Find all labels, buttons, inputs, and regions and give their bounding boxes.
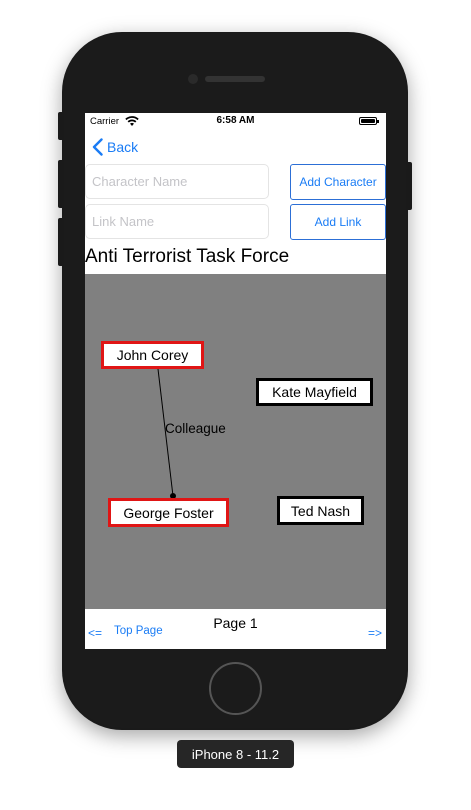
home-button[interactable] [209,662,262,715]
character-node-george-foster[interactable]: George Foster [108,498,229,527]
character-name-label: Kate Mayfield [272,384,357,400]
add-link-label: Add Link [314,215,362,229]
page-indicator: Page 1 [213,615,258,631]
status-bar: Carrier 6:58 AM [85,113,386,131]
character-name-input[interactable] [85,164,269,199]
app-screen: Carrier 6:58 AM Back Add Character Add L… [85,113,386,649]
board-title: Anti Terrorist Task Force [85,246,290,267]
character-name-label: Ted Nash [290,502,351,519]
earpiece-speaker [205,76,265,82]
relationship-canvas[interactable]: John Corey Kate Mayfield Colleague Georg… [85,274,386,609]
add-character-label: Add Character [299,175,377,189]
character-name-label: George Foster [123,504,214,521]
link-label: Colleague [165,421,226,436]
page-footer: <= Top Page Page 1 => [85,609,386,649]
character-node-john-corey[interactable]: John Corey [101,341,204,369]
character-node-ted-nash[interactable]: Ted Nash [277,496,364,525]
add-character-button[interactable]: Add Character [290,164,386,200]
back-label: Back [107,139,139,155]
link-name-input[interactable] [85,204,269,239]
battery-full-icon [359,117,379,125]
front-camera [188,74,198,84]
power-button [406,162,412,210]
clock: 6:58 AM [216,115,255,126]
add-link-button[interactable]: Add Link [290,204,386,240]
simulator-device-label: iPhone 8 - 11.2 [177,740,294,768]
character-name-label: John Corey [116,347,189,363]
back-button[interactable]: Back [92,137,138,157]
next-page-button[interactable]: => [368,626,382,640]
link-lines [157,368,176,499]
chevron-left-icon [92,138,103,156]
character-node-kate-mayfield[interactable]: Kate Mayfield [256,378,373,406]
